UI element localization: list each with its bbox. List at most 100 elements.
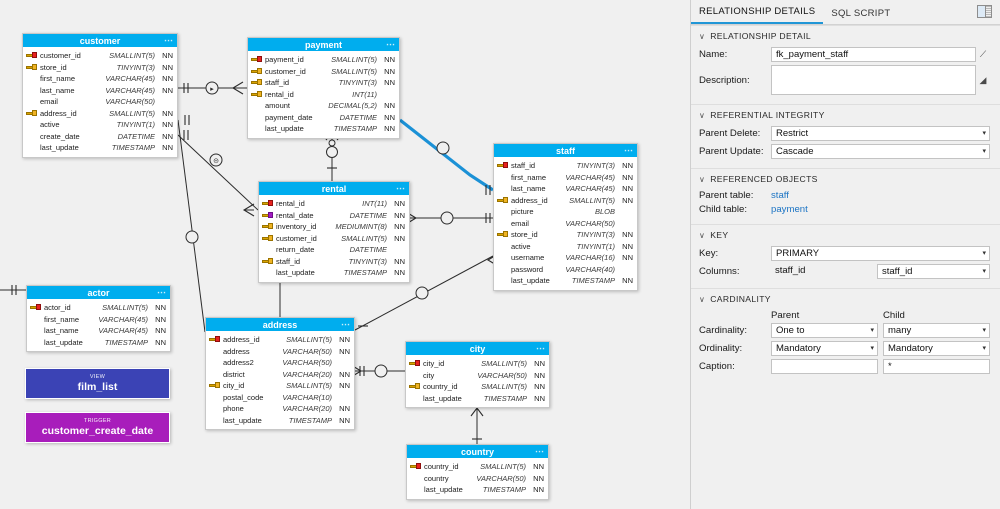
table-staff[interactable]: staff ⋯ staff_id TINYINT(3) NN first_name VARC…	[493, 143, 638, 291]
table-row[interactable]: last_update TIMESTAMP NN	[259, 267, 409, 279]
ordinality-child-select[interactable]: Mandatory	[883, 341, 990, 356]
table-row[interactable]: email VARCHAR(50)	[23, 96, 177, 108]
table-row[interactable]: address VARCHAR(50) NN	[206, 346, 354, 358]
table-row[interactable]: return_date DATETIME	[259, 244, 409, 256]
table-row[interactable]: address_id SMALLINT(5) NN	[23, 108, 177, 120]
table-row[interactable]: last_update TIMESTAMP NN	[494, 275, 637, 287]
cardinality-child-select[interactable]: many	[883, 323, 990, 338]
table-row[interactable]: address_id SMALLINT(5) NN	[206, 334, 354, 346]
table-header-staff[interactable]: staff ⋯	[494, 144, 637, 158]
table-rental[interactable]: rental ⋯ rental_id INT(11) NN rental_date DATE…	[258, 181, 410, 283]
columns-child-select[interactable]: staff_id	[877, 264, 990, 279]
table-header-payment[interactable]: payment ⋯	[248, 38, 399, 52]
table-row[interactable]: payment_date DATETIME NN	[248, 112, 399, 124]
table-row[interactable]: last_update TIMESTAMP NN	[206, 415, 354, 427]
relationship-description-input[interactable]	[771, 65, 976, 95]
table-country[interactable]: country ⋯ country_id SMALLINT(5) NN country VA…	[406, 444, 549, 500]
table-row[interactable]: username VARCHAR(16) NN	[494, 252, 637, 264]
table-row[interactable]: phone VARCHAR(20) NN	[206, 403, 354, 415]
table-row[interactable]: address_id SMALLINT(5) NN	[494, 195, 637, 207]
table-row[interactable]: email VARCHAR(50)	[494, 218, 637, 230]
table-row[interactable]: staff_id TINYINT(3) NN	[259, 256, 409, 268]
caption-child-input[interactable]: *	[883, 359, 990, 374]
section-referential-integrity-header[interactable]: ∨ REFERENTIAL INTEGRITY	[691, 104, 1000, 124]
table-row[interactable]: create_date DATETIME NN	[23, 131, 177, 143]
table-row[interactable]: password VARCHAR(40)	[494, 264, 637, 276]
table-header-country[interactable]: country ⋯	[407, 445, 548, 459]
tab-relationship-details[interactable]: RELATIONSHIP DETAILS	[691, 6, 824, 24]
table-row[interactable]: picture BLOB	[494, 206, 637, 218]
table-row[interactable]: country VARCHAR(50) NN	[407, 473, 548, 485]
child-table-link[interactable]: payment	[771, 204, 990, 215]
table-row[interactable]: customer_id SMALLINT(5) NN	[259, 233, 409, 245]
table-row[interactable]: first_name VARCHAR(45) NN	[27, 314, 170, 326]
table-row[interactable]: customer_id SMALLINT(5) NN	[23, 50, 177, 62]
section-referenced-objects-header[interactable]: ∨ REFERENCED OBJECTS	[691, 168, 1000, 188]
db-object-customer_create_date[interactable]: TRIGGER customer_create_date	[25, 412, 170, 443]
table-header-rental[interactable]: rental ⋯	[259, 182, 409, 196]
table-row[interactable]: city VARCHAR(50) NN	[406, 370, 549, 382]
relationship-name-input[interactable]: fk_payment_staff	[771, 47, 976, 62]
table-row[interactable]: staff_id TINYINT(3) NN	[494, 160, 637, 172]
table-row[interactable]: last_update TIMESTAMP NN	[406, 393, 549, 405]
table-row[interactable]: last_name VARCHAR(45) NN	[494, 183, 637, 195]
section-relationship-detail-header[interactable]: ∨ RELATIONSHIP DETAIL	[691, 25, 1000, 45]
copy-icon[interactable]: ⟋	[976, 49, 990, 60]
table-menu-icon[interactable]: ⋯	[535, 445, 544, 457]
table-row[interactable]: rental_id INT(11)	[248, 89, 399, 101]
table-row[interactable]: last_name VARCHAR(45) NN	[23, 85, 177, 97]
table-row[interactable]: store_id TINYINT(3) NN	[494, 229, 637, 241]
panel-layout-toggle-icon[interactable]	[977, 5, 992, 18]
table-header-address[interactable]: address ⋯	[206, 318, 354, 332]
table-row[interactable]: last_name VARCHAR(45) NN	[27, 325, 170, 337]
table-menu-icon[interactable]: ⋯	[164, 34, 173, 46]
table-row[interactable]: country_id SMALLINT(5) NN	[406, 381, 549, 393]
section-cardinality-header[interactable]: ∨ CARDINALITY	[691, 288, 1000, 308]
table-row[interactable]: amount DECIMAL(5,2) NN	[248, 100, 399, 112]
table-menu-icon[interactable]: ⋯	[624, 144, 633, 156]
table-customer[interactable]: customer ⋯ customer_id SMALLINT(5) NN store_i…	[22, 33, 178, 158]
table-row[interactable]: customer_id SMALLINT(5) NN	[248, 66, 399, 78]
parent-update-select[interactable]: Cascade	[771, 144, 990, 159]
table-row[interactable]: store_id TINYINT(3) NN	[23, 62, 177, 74]
table-row[interactable]: payment_id SMALLINT(5) NN	[248, 54, 399, 66]
table-row[interactable]: first_name VARCHAR(45) NN	[23, 73, 177, 85]
table-header-city[interactable]: city ⋯	[406, 342, 549, 356]
parent-table-link[interactable]: staff	[771, 190, 990, 201]
table-menu-icon[interactable]: ⋯	[536, 342, 545, 354]
table-actor[interactable]: actor ⋯ actor_id SMALLINT(5) NN first_name VAR…	[26, 285, 171, 352]
table-row[interactable]: last_update TIMESTAMP NN	[23, 142, 177, 154]
table-row[interactable]: active TINYINT(1) NN	[494, 241, 637, 253]
table-menu-icon[interactable]: ⋯	[386, 38, 395, 50]
table-row[interactable]: last_update TIMESTAMP NN	[27, 337, 170, 349]
table-row[interactable]: district VARCHAR(20) NN	[206, 369, 354, 381]
cardinality-parent-select[interactable]: One to	[771, 323, 878, 338]
table-menu-icon[interactable]: ⋯	[341, 318, 350, 330]
table-row[interactable]: address2 VARCHAR(50)	[206, 357, 354, 369]
table-menu-icon[interactable]: ⋯	[157, 286, 166, 298]
caption-parent-input[interactable]	[771, 359, 878, 374]
db-object-film_list[interactable]: VIEW film_list	[25, 368, 170, 399]
table-row[interactable]: postal_code VARCHAR(10)	[206, 392, 354, 404]
table-row[interactable]: actor_id SMALLINT(5) NN	[27, 302, 170, 314]
table-row[interactable]: last_update TIMESTAMP NN	[248, 123, 399, 135]
table-city[interactable]: city ⋯ city_id SMALLINT(5) NN city VARCHAR(50)…	[405, 341, 550, 408]
table-row[interactable]: rental_id INT(11) NN	[259, 198, 409, 210]
table-row[interactable]: city_id SMALLINT(5) NN	[406, 358, 549, 370]
table-row[interactable]: country_id SMALLINT(5) NN	[407, 461, 548, 473]
er-diagram-canvas[interactable]: ▸ ⊝ customer ⋯ customer_id SMALLINT(5) NN sto…	[0, 0, 690, 509]
resize-grip-icon[interactable]: ◢	[976, 75, 990, 86]
table-header-customer[interactable]: customer ⋯	[23, 34, 177, 48]
table-menu-icon[interactable]: ⋯	[396, 182, 405, 194]
table-header-actor[interactable]: actor ⋯	[27, 286, 170, 300]
table-payment[interactable]: payment ⋯ payment_id SMALLINT(5) NN customer_…	[247, 37, 400, 139]
table-address[interactable]: address ⋯ address_id SMALLINT(5) NN address VA…	[205, 317, 355, 430]
table-row[interactable]: rental_date DATETIME NN	[259, 210, 409, 222]
key-select[interactable]: PRIMARY	[771, 246, 990, 261]
tab-sql-script[interactable]: SQL SCRIPT	[823, 8, 898, 24]
table-row[interactable]: city_id SMALLINT(5) NN	[206, 380, 354, 392]
parent-delete-select[interactable]: Restrict	[771, 126, 990, 141]
section-key-header[interactable]: ∨ KEY	[691, 224, 1000, 244]
table-row[interactable]: last_update TIMESTAMP NN	[407, 484, 548, 496]
table-row[interactable]: staff_id TINYINT(3) NN	[248, 77, 399, 89]
